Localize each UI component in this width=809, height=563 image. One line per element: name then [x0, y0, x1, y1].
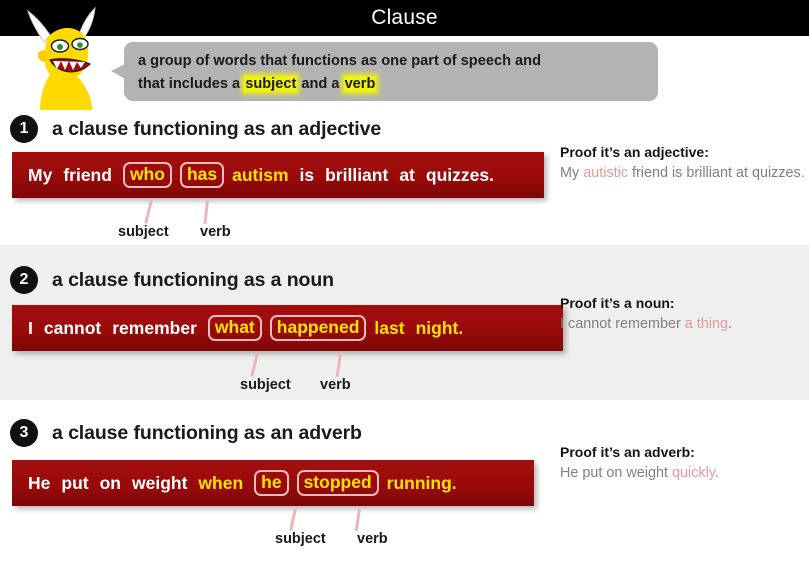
- section-1-proof-heading: Proof it’s an adjective:: [560, 144, 709, 160]
- section-3-subject-connector: [289, 507, 297, 531]
- section-2-proof-body: I cannot remember a thing.: [560, 314, 809, 334]
- sentence-word: running.: [386, 472, 457, 493]
- proof-accent-word: autistic: [583, 165, 628, 181]
- section-adverb: 3 a clause functioning as an adverb He pu…: [0, 400, 809, 560]
- section-adjective: 1 a clause functioning as an adjective M…: [0, 110, 809, 245]
- sentence-word: I: [28, 317, 33, 338]
- sentence-word: when: [198, 472, 244, 493]
- definition-bubble: a group of words that functions as one p…: [111, 42, 658, 101]
- section-1-proof: Proof it’s an adjective: My autistic fri…: [560, 144, 809, 183]
- section-2-proof: Proof it’s a noun: I cannot remember a t…: [560, 295, 809, 334]
- section-2-title: a clause functioning as a noun: [52, 268, 334, 291]
- section-1-badge: 1: [10, 115, 38, 143]
- section-2-heading: 2 a clause functioning as a noun: [0, 245, 809, 299]
- sentence-word: brilliant: [325, 164, 389, 185]
- sentence-word: is: [299, 164, 315, 185]
- section-1-proof-body: My autistic friend is brilliant at quizz…: [560, 163, 809, 183]
- sentence-boxed-word: what: [207, 315, 262, 341]
- section-2-subject-label: subject: [240, 377, 291, 393]
- sentence-boxed-word: has: [179, 162, 225, 188]
- section-2-badge: 2: [10, 266, 38, 294]
- sentence-word: quizzes.: [425, 164, 494, 185]
- section-2-sentence-bar: Icannot remember what happened last night.: [12, 305, 563, 351]
- sentence-word: autism: [232, 164, 289, 185]
- proof-text: My: [560, 165, 584, 181]
- yellow-monster-icon: [14, 2, 118, 110]
- proof-text: .: [728, 316, 732, 332]
- sentence-word: cannot: [43, 317, 102, 338]
- proof-text: I cannot remember: [560, 316, 685, 332]
- section-2-verb-label: verb: [320, 377, 351, 393]
- proof-text: .: [714, 465, 719, 481]
- section-3-proof-body: He put on weight quickly.: [560, 463, 809, 483]
- section-1-verb-connector: [203, 199, 209, 224]
- sentence-word: weight: [131, 472, 188, 493]
- sentence-word: put: [61, 472, 89, 493]
- definition-area: a group of words that functions as one p…: [0, 36, 809, 110]
- sentence-boxed-word: he: [254, 470, 289, 496]
- section-1-sentence-bar: My friend who has autism is brilliant at quizzes…: [12, 152, 544, 198]
- sentence-boxed-word: happened: [269, 315, 367, 341]
- section-1-heading: 1 a clause functioning as an adjective: [0, 110, 809, 148]
- sentence-word: on: [99, 472, 121, 493]
- definition-line-2-pre: that includes a: [138, 76, 245, 93]
- sentence-word: night.: [415, 317, 464, 338]
- proof-accent-word: a thing: [684, 316, 728, 332]
- section-2-verb-connector: [335, 352, 342, 377]
- section-1-subject-label: subject: [118, 224, 169, 240]
- sentence-boxed-word: stopped: [296, 470, 379, 496]
- section-1-title: a clause functioning as an adjective: [52, 117, 382, 140]
- section-3-badge: 3: [10, 419, 38, 447]
- definition-line-2-mid: and a: [297, 76, 344, 93]
- section-3-verb-label: verb: [357, 531, 388, 547]
- proof-text: friend is brilliant at quizzes.: [627, 165, 805, 181]
- proof-accent-word: quickly: [672, 465, 715, 481]
- sentence-word: last: [374, 317, 405, 338]
- section-3-proof-heading: Proof it’s an adverb:: [560, 444, 695, 460]
- title-bar: Clause: [0, 0, 809, 36]
- sentence-word: remember: [112, 317, 197, 338]
- sentence-word: He: [28, 472, 51, 493]
- section-1-subject-connector: [144, 199, 153, 224]
- definition-line-1: a group of words that functions as one p…: [138, 53, 541, 69]
- definition-highlight-subject: subject: [244, 76, 298, 93]
- section-3-proof: Proof it’s an adverb: He put on weight q…: [560, 444, 809, 483]
- definition-line-2: that includes a subject and a verb: [138, 73, 644, 96]
- sentence-word: My: [28, 164, 53, 185]
- section-2-subject-connector: [250, 352, 259, 377]
- page-title: Clause: [371, 6, 438, 29]
- definition-highlight-verb: verb: [343, 76, 377, 93]
- sentence-word: at: [399, 164, 415, 185]
- section-3-verb-connector: [354, 507, 361, 531]
- section-noun: 2 a clause functioning as a noun Icannot…: [0, 245, 809, 400]
- section-1-verb-label: verb: [200, 224, 231, 240]
- sentence-word: friend: [63, 164, 112, 185]
- section-3-title: a clause functioning as an adverb: [52, 421, 362, 444]
- section-2-proof-heading: Proof it’s a noun:: [560, 295, 675, 311]
- sentence-boxed-word: who: [122, 162, 172, 188]
- section-3-sentence-bar: He put on weight when he stopped running.: [12, 460, 534, 506]
- section-3-subject-label: subject: [275, 531, 326, 547]
- proof-text: He put on weight: [560, 465, 672, 481]
